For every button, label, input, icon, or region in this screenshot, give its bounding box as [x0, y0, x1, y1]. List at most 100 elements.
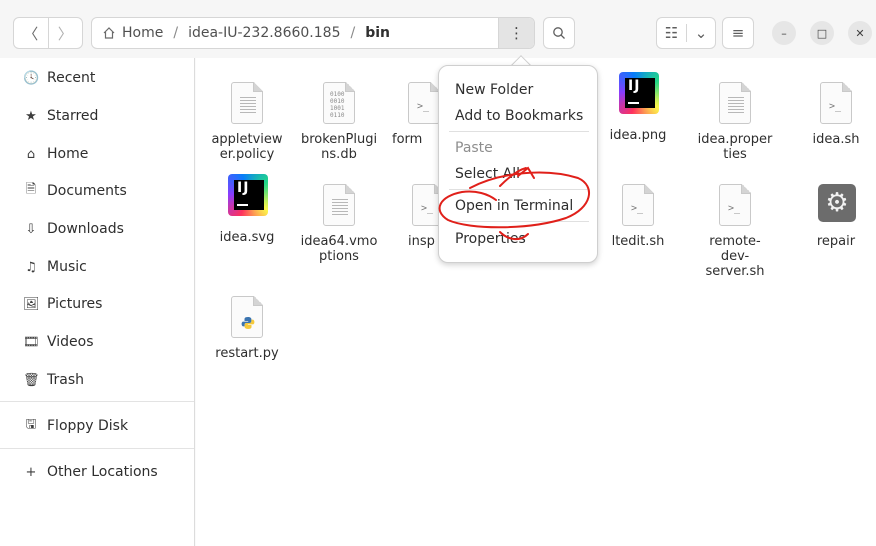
file-name: idea.png: [609, 128, 667, 143]
sidebar-item-documents[interactable]: 🗎 Documents: [0, 173, 194, 209]
main-menu-button[interactable]: ≡: [722, 17, 754, 49]
file-item[interactable]: IJ idea.png: [599, 66, 677, 143]
view-options-dropdown[interactable]: ⌄: [685, 24, 715, 42]
breadcrumb-home-label: Home: [122, 25, 164, 41]
text-file-icon: [227, 80, 267, 128]
minimize-icon: –: [781, 26, 787, 40]
file-name: idea64.vmoptions: [300, 234, 378, 264]
terminal-prompt-glyph: >_: [728, 203, 741, 214]
intellij-idea-icon: IJ: [227, 168, 268, 226]
file-item[interactable]: >_ ltedit.sh: [599, 182, 677, 249]
sidebar-item-floppy-disk[interactable]: 🖫 Floppy Disk: [0, 408, 194, 444]
documents-icon: 🗎: [25, 182, 37, 197]
sidebar-item-trash[interactable]: 🗑 Trash: [0, 362, 194, 398]
file-item[interactable]: idea.properties: [696, 80, 774, 162]
breadcrumb-current[interactable]: bin: [365, 25, 390, 41]
script-file-icon: >_: [816, 80, 856, 128]
menu-item-add-to-bookmarks[interactable]: Add to Bookmarks: [455, 108, 583, 124]
sidebar-item-label: Home: [47, 146, 89, 162]
file-name: remote-dev-server.sh: [705, 234, 765, 279]
sidebar-item-starred[interactable]: ★ Starred: [0, 98, 194, 134]
maximize-button[interactable]: □: [810, 21, 834, 45]
binary-glyph: 0100 0010 1001 0110: [330, 91, 345, 119]
menu-item-select-all[interactable]: Select All: [455, 166, 520, 182]
file-item[interactable]: >_ idea.sh: [797, 80, 875, 147]
path-menu-button[interactable]: ⋮: [498, 18, 534, 48]
hamburger-menu-icon: ≡: [731, 24, 745, 42]
menu-divider: [449, 131, 589, 132]
sidebar-item-downloads[interactable]: ⇩ Downloads: [0, 211, 194, 247]
file-item[interactable]: >_ remote-dev-server.sh: [696, 182, 774, 279]
sidebar-item-videos[interactable]: 🎞 Videos: [0, 324, 194, 360]
sidebar: 🕓 Recent ★ Starred ⌂ Home 🗎 Documents ⇩ …: [0, 58, 195, 546]
sidebar-item-recent[interactable]: 🕓 Recent: [0, 60, 194, 96]
menu-item-properties[interactable]: Properties: [455, 231, 526, 247]
sidebar-divider: [0, 448, 194, 449]
ij-logo-text: IJ: [628, 78, 641, 94]
file-name: restart.py: [215, 346, 279, 361]
header-bar: 〈 〉 Home / idea-IU-232.8660.185 / bin ⋮: [0, 0, 876, 58]
file-item[interactable]: IJ idea.svg: [208, 168, 286, 245]
close-button[interactable]: ✕: [848, 21, 872, 45]
breadcrumb-home[interactable]: Home: [102, 25, 163, 41]
chevron-right-icon: 〉: [57, 24, 73, 43]
terminal-prompt-glyph: >_: [417, 101, 430, 112]
menu-divider: [449, 221, 589, 222]
search-button[interactable]: [543, 17, 575, 49]
sidebar-item-label: Documents: [47, 183, 127, 199]
breadcrumb-folder-label: idea-IU-232.8660.185: [188, 25, 341, 41]
terminal-prompt-glyph: >_: [829, 101, 842, 112]
terminal-prompt-glyph: >_: [631, 203, 644, 214]
music-icon: ♫: [25, 259, 37, 275]
file-manager-window: 〈 〉 Home / idea-IU-232.8660.185 / bin ⋮: [0, 0, 876, 546]
chevron-left-icon: 〈: [23, 24, 39, 43]
breadcrumb-separator: /: [173, 25, 179, 41]
maximize-icon: □: [816, 26, 828, 40]
file-item[interactable]: restart.py: [208, 294, 286, 361]
file-name: idea.properties: [697, 132, 773, 162]
list-view-icon: ☷: [664, 24, 679, 42]
sidebar-item-music[interactable]: ♫ Music: [0, 249, 194, 285]
file-item[interactable]: 0100 0010 1001 0110 brokenPlugins.db: [300, 80, 378, 162]
menu-item-new-folder[interactable]: New Folder: [455, 82, 533, 98]
back-button[interactable]: 〈: [14, 18, 48, 48]
sidebar-item-pictures[interactable]: 🖼 Pictures: [0, 286, 194, 322]
navigation-buttons: 〈 〉: [13, 17, 83, 49]
terminal-prompt-glyph: >_: [421, 203, 434, 214]
menu-divider: [449, 189, 589, 190]
menu-item-open-in-terminal[interactable]: Open in Terminal: [455, 198, 573, 214]
kebab-menu-icon: ⋮: [509, 24, 524, 42]
path-bar[interactable]: Home / idea-IU-232.8660.185 / bin ⋮: [91, 17, 535, 49]
breadcrumb-separator: /: [350, 25, 356, 41]
forward-button[interactable]: 〉: [47, 18, 83, 48]
sidebar-item-other-locations[interactable]: + Other Locations: [0, 454, 194, 490]
file-name: appletviewer.policy: [211, 132, 283, 162]
sidebar-item-home[interactable]: ⌂ Home: [0, 136, 194, 172]
sidebar-item-label: Downloads: [47, 221, 124, 237]
file-name: brokenPlugins.db: [300, 132, 378, 162]
sidebar-item-label: Starred: [47, 108, 99, 124]
file-item[interactable]: appletviewer.policy: [208, 80, 286, 162]
breadcrumb-folder[interactable]: idea-IU-232.8660.185: [188, 25, 340, 41]
recent-icon: 🕓: [23, 70, 40, 86]
context-menu: New Folder Add to Bookmarks Paste Select…: [438, 65, 598, 263]
menu-item-paste[interactable]: Paste: [455, 140, 493, 156]
sidebar-item-label: Trash: [47, 372, 84, 388]
home-icon: ⌂: [26, 146, 36, 162]
file-item[interactable]: idea64.vmoptions: [300, 182, 378, 264]
script-file-icon: >_: [715, 182, 755, 230]
intellij-idea-icon: IJ: [618, 66, 659, 124]
sidebar-item-label: Pictures: [47, 296, 103, 312]
sidebar-divider: [0, 401, 194, 402]
file-name: form: [392, 132, 423, 147]
view-toggle-group: ☷ ⌄: [656, 17, 716, 49]
file-item[interactable]: >_ insp: [408, 182, 444, 249]
view-list-button[interactable]: ☷: [657, 24, 686, 42]
minimize-button[interactable]: –: [772, 21, 796, 45]
sidebar-item-label: Music: [47, 259, 87, 275]
file-item[interactable]: ⚙ repair: [797, 182, 875, 249]
binary-file-icon: 0100 0010 1001 0110: [319, 80, 359, 128]
file-name: insp: [408, 234, 435, 249]
search-icon: [553, 27, 565, 39]
file-item[interactable]: >_ form: [392, 80, 440, 147]
